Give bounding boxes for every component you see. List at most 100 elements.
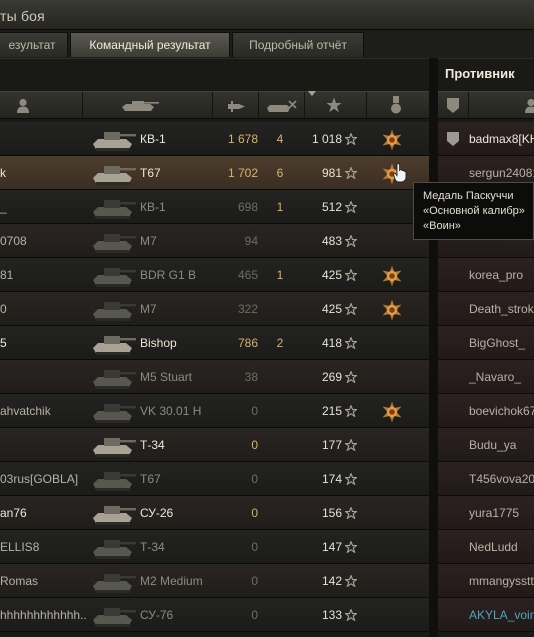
kills-value (270, 224, 290, 258)
enemy-player-row[interactable]: NedLudd (438, 530, 534, 564)
enemy-player-row[interactable]: korea_pro (438, 258, 534, 292)
damage-value: 1 702 (227, 166, 258, 180)
tab-team-result[interactable]: Командный результат (70, 32, 230, 57)
damage-value: 786 (237, 336, 258, 350)
enemy-player-row[interactable]: Death_strok (438, 292, 534, 326)
tab-detailed-report[interactable]: Подробный отчёт (232, 32, 364, 57)
tank-name: КВ-1 (140, 200, 166, 214)
tank-thumbnail (93, 370, 136, 389)
ally-player-row[interactable]: M5 Stuart 38 269 (0, 360, 429, 394)
enemy-player-name: Death_strok (469, 302, 534, 316)
tank-name: СУ-26 (140, 506, 174, 520)
kills-value (270, 360, 290, 394)
tank-name: VK 30.01 H (140, 404, 202, 418)
ally-player-row[interactable]: Т-34 0 177 (0, 428, 429, 462)
ally-player-row[interactable]: 03rus[GOBLA] T67 0 174 (0, 462, 429, 496)
tank-thumbnail (93, 472, 136, 491)
enemy-player-name: _Navaro_ (469, 370, 522, 384)
tab-personal-result[interactable]: езультат (0, 32, 68, 57)
enemy-player-row[interactable]: _Navaro_ (438, 360, 534, 394)
player-name (0, 122, 92, 156)
xp-star-icon (345, 303, 357, 315)
xp-value: 215 (321, 404, 342, 418)
ally-player-row[interactable]: КВ-1 1 678 4 1 018 (0, 122, 429, 156)
pascucci-medal-icon[interactable] (381, 265, 403, 287)
hand-cursor-icon (393, 163, 407, 183)
tank-thumbnail (93, 608, 136, 627)
enemy-player-row[interactable]: Budu_ya (438, 428, 534, 462)
ally-player-row[interactable]: ELLIS8 Т-34 0 147 (0, 530, 429, 564)
enemy-player-row[interactable]: boevichok67 (438, 394, 534, 428)
xp-value: 1 018 (311, 132, 342, 146)
enemy-player-row[interactable]: badmax8[KH (438, 122, 534, 156)
kills-value (270, 598, 290, 632)
damage-value: 94 (244, 234, 258, 248)
ally-player-row[interactable]: ahvatchik VK 30.01 H 0 215 (0, 394, 429, 428)
xp-value: 269 (321, 370, 342, 384)
badge-column-icon[interactable] (446, 97, 460, 114)
tank-name: Т-34 (140, 438, 165, 452)
enemy-player-row[interactable]: AKYLA_voin (438, 598, 534, 632)
shell-icon[interactable] (228, 101, 246, 112)
enemy-player-name: yura1775 (469, 506, 520, 520)
enemy-player-name: boevichok67 (469, 404, 534, 418)
tank-name: M7 (140, 234, 157, 248)
tank-thumbnail (93, 302, 136, 321)
xp-star-icon (345, 541, 357, 553)
tank-thumbnail (93, 540, 136, 559)
xp-star-icon (345, 269, 357, 281)
ally-player-row[interactable]: 0 M7 322 425 (0, 292, 429, 326)
enemy-player-row[interactable]: BigGhost_ (438, 326, 534, 360)
ally-player-row[interactable]: 5 Bishop 786 2 418 (0, 326, 429, 360)
xp-value: 174 (321, 472, 342, 486)
person-icon[interactable] (524, 98, 534, 114)
tank-name: M2 Medium (140, 574, 203, 588)
ally-player-row[interactable]: an76 СУ-26 0 156 (0, 496, 429, 530)
pascucci-medal-icon[interactable] (381, 401, 403, 423)
player-name: ELLIS8 (0, 540, 40, 554)
ally-player-row[interactable]: Romas M2 Medium 0 142 (0, 564, 429, 598)
window-titlebar: ты боя (0, 0, 534, 30)
ally-player-row[interactable]: hhhhhhhhhhhh.. СУ-76 0 133 (0, 598, 429, 632)
damage-value: 38 (244, 370, 258, 384)
enemy-player-name: badmax8[KH (469, 132, 534, 146)
star-icon[interactable] (326, 97, 342, 113)
kills-value (270, 428, 290, 462)
enemy-player-name: AKYLA_voin (469, 608, 534, 622)
ally-player-row[interactable]: 81 BDR G1 B 465 1 425 (0, 258, 429, 292)
tooltip-line: Медаль Паскуччи (423, 190, 514, 202)
enemy-player-row[interactable]: T456vova20 (438, 462, 534, 496)
xp-value: 142 (321, 574, 342, 588)
enemy-team-title: Противник (445, 66, 515, 81)
xp-star-icon (345, 609, 357, 621)
enemy-player-name: Budu_ya (469, 438, 517, 452)
player-name: Romas (0, 574, 39, 588)
tank-icon[interactable] (120, 100, 160, 112)
damage-value: 0 (251, 574, 258, 588)
pascucci-medal-icon[interactable] (381, 129, 403, 151)
medal-icon[interactable] (390, 96, 402, 115)
player-name (0, 428, 92, 462)
ally-player-row[interactable]: k T67 1 702 6 981 (0, 156, 429, 190)
kills-value (270, 496, 290, 530)
tank-thumbnail (93, 268, 136, 287)
person-icon[interactable] (16, 98, 30, 114)
player-name: an76 (0, 506, 27, 520)
pascucci-medal-icon[interactable] (381, 299, 403, 321)
kills-value (270, 564, 290, 598)
ally-column-header (0, 91, 429, 120)
kills-value (270, 394, 290, 428)
tank-name: Т-34 (140, 540, 165, 554)
xp-value: 133 (321, 608, 342, 622)
destroyed-tank-icon[interactable] (265, 100, 297, 113)
tank-name: КВ-1 (140, 132, 166, 146)
enemy-player-row[interactable]: mmangyssttt (438, 564, 534, 598)
kills-value: 4 (276, 132, 284, 146)
enemy-player-name: NedLudd (469, 540, 518, 554)
tank-thumbnail (93, 438, 136, 457)
kills-value (270, 462, 290, 496)
enemy-player-row[interactable]: yura1775 (438, 496, 534, 530)
ally-player-row[interactable]: _ КВ-1 698 1 512 (0, 190, 429, 224)
ally-player-row[interactable]: 0708 M7 94 483 (0, 224, 429, 258)
tank-thumbnail (93, 200, 136, 219)
